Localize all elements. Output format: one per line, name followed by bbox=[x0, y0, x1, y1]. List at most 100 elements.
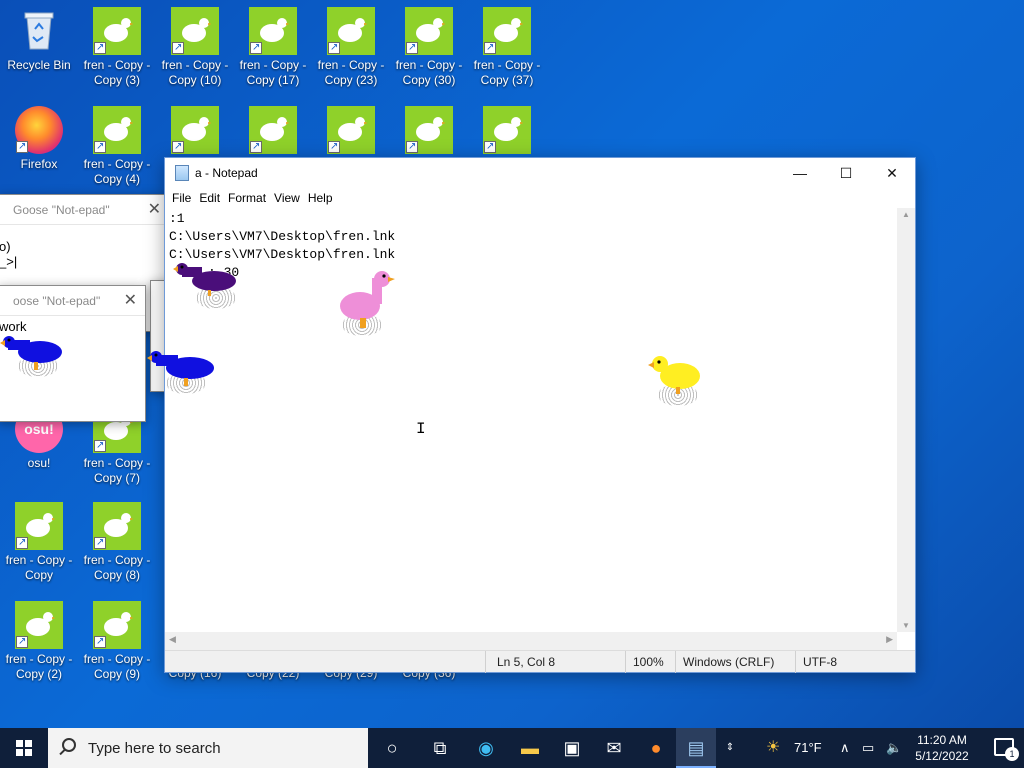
windows-logo-icon bbox=[16, 740, 32, 756]
desktop-icon-label: fren - Copy - Copy (9) bbox=[83, 652, 151, 681]
goose-shortcut-icon bbox=[483, 7, 531, 55]
cortana-icon[interactable]: ○ bbox=[372, 728, 412, 768]
window-title: a - Notepad bbox=[195, 166, 258, 180]
status-zoom: 100% bbox=[633, 655, 664, 669]
horizontal-scrollbar[interactable]: ◀ ▶ bbox=[165, 632, 897, 650]
desktop-icon-fren[interactable]: fren - Copy - Copy (4) bbox=[79, 106, 155, 187]
firefox-taskbar-icon[interactable]: ● bbox=[636, 728, 676, 768]
desktop-icon-fren[interactable] bbox=[469, 106, 545, 157]
goose-shortcut-icon bbox=[483, 106, 531, 154]
desktop-icon-fren[interactable] bbox=[157, 106, 233, 157]
goose-shortcut-icon bbox=[93, 601, 141, 649]
goose-shortcut-icon bbox=[249, 7, 297, 55]
firefox-icon bbox=[15, 106, 63, 154]
desktop-icon-fren[interactable] bbox=[313, 106, 389, 157]
status-encoding: UTF-8 bbox=[803, 655, 837, 669]
blue-goose-icon bbox=[147, 351, 214, 386]
notepad-text-area[interactable]: :1 C:\Users\VM7\Desktop\fren.lnk C:\User… bbox=[165, 208, 897, 632]
taskbar-search[interactable]: Type here to search bbox=[48, 728, 368, 768]
desktop-icon-fren[interactable]: fren - Copy - Copy (37) bbox=[469, 7, 545, 88]
status-line-ending: Windows (CRLF) bbox=[683, 655, 775, 669]
desktop-icon-label: fren - Copy - Copy (37) bbox=[473, 58, 541, 87]
notification-count: 1 bbox=[1005, 747, 1019, 761]
chevron-up-down-icon[interactable]: ⇕ bbox=[720, 728, 740, 768]
mail-icon[interactable]: ✉ bbox=[594, 728, 634, 768]
task-view-icon[interactable]: ⧉ bbox=[420, 728, 460, 768]
vertical-scrollbar[interactable]: ▲ ▼ bbox=[897, 208, 915, 632]
goose-window-title: oose "Not-epad" bbox=[13, 294, 101, 308]
minimize-button[interactable]: — bbox=[777, 158, 823, 188]
notepad-taskbar-icon[interactable]: ▤ bbox=[676, 728, 716, 768]
desktop-icon-label: fren - Copy - Copy bbox=[5, 553, 73, 582]
search-placeholder: Type here to search bbox=[88, 740, 221, 757]
notification-icon[interactable]: 1 bbox=[994, 738, 1019, 761]
close-button[interactable]: ✕ bbox=[869, 158, 915, 188]
menu-help[interactable]: Help bbox=[307, 191, 340, 205]
goose-shortcut-icon bbox=[327, 106, 375, 154]
clock[interactable]: 11:20 AM 5/12/2022 bbox=[912, 732, 972, 764]
goose-shortcut-icon bbox=[405, 7, 453, 55]
weather-temperature[interactable]: 71°F bbox=[794, 728, 822, 768]
desktop-icon-label: fren - Copy - Copy (3) bbox=[83, 58, 151, 87]
goose-window-line: _>| bbox=[0, 254, 18, 269]
volume-icon[interactable]: 🔈 bbox=[886, 728, 902, 768]
menu-file[interactable]: File bbox=[171, 191, 198, 205]
menu-edit[interactable]: Edit bbox=[198, 191, 227, 205]
desktop-icon-fren[interactable]: fren - Copy - Copy bbox=[1, 502, 77, 583]
menu-bar: File Edit Format View Help bbox=[165, 188, 915, 208]
goose-shortcut-icon bbox=[15, 601, 63, 649]
desktop-icon-label: fren - Copy - Copy (17) bbox=[239, 58, 307, 87]
desktop-icon-firefox[interactable]: Firefox bbox=[1, 106, 77, 172]
desktop-icon-label: fren - Copy - Copy (30) bbox=[395, 58, 463, 87]
text-cursor-icon: I bbox=[416, 420, 426, 438]
desktop: Recycle Bin fren - Copy - Copy (3) fren … bbox=[0, 0, 1024, 728]
maximize-button[interactable]: ☐ bbox=[823, 158, 869, 188]
notepad-titlebar[interactable]: a - Notepad — ☐ ✕ bbox=[165, 158, 915, 188]
goose-shortcut-icon bbox=[15, 502, 63, 550]
goose-shortcut-icon bbox=[171, 106, 219, 154]
desktop-icon-label: fren - Copy - Copy (7) bbox=[83, 456, 151, 485]
start-button[interactable] bbox=[0, 728, 48, 768]
desktop-icon-fren[interactable]: fren - Copy - Copy (3) bbox=[79, 7, 155, 88]
desktop-icon-fren[interactable] bbox=[235, 106, 311, 157]
desktop-icon-label: Recycle Bin bbox=[7, 58, 71, 72]
status-bar: Ln 5, Col 8 100% Windows (CRLF) UTF-8 bbox=[165, 650, 915, 673]
goose-shortcut-icon bbox=[327, 7, 375, 55]
weather-icon[interactable]: ☀ bbox=[766, 728, 780, 768]
desktop-icon-fren[interactable]: fren - Copy - Copy (10) bbox=[157, 7, 233, 88]
close-icon[interactable]: ✕ bbox=[148, 195, 161, 225]
goose-shortcut-icon bbox=[249, 106, 297, 154]
desktop-icon-fren[interactable]: fren - Copy - Copy (9) bbox=[79, 601, 155, 682]
close-icon[interactable]: ✕ bbox=[124, 286, 137, 316]
notepad-window[interactable]: a - Notepad — ☐ ✕ File Edit Format View … bbox=[164, 157, 916, 673]
desktop-icon-label: fren - Copy - Copy (2) bbox=[5, 652, 73, 681]
desktop-icon-fren[interactable]: fren - Copy - Copy (2) bbox=[1, 601, 77, 682]
menu-view[interactable]: View bbox=[273, 191, 307, 205]
goose-shortcut-icon bbox=[171, 7, 219, 55]
goose-window-titlebar[interactable]: oose "Not-epad" ✕ bbox=[0, 286, 145, 316]
desktop-icon-label: Firefox bbox=[20, 157, 58, 171]
notepad-icon bbox=[175, 165, 189, 181]
status-position: Ln 5, Col 8 bbox=[497, 655, 556, 669]
clock-date: 5/12/2022 bbox=[915, 749, 969, 763]
file-explorer-icon[interactable]: ▬ bbox=[510, 728, 550, 768]
desktop-icon-label: fren - Copy - Copy (10) bbox=[161, 58, 229, 87]
desktop-icon-label: fren - Copy - Copy (4) bbox=[83, 157, 151, 186]
chevron-up-icon[interactable]: ∧ bbox=[840, 728, 850, 768]
recycle-bin-icon bbox=[15, 7, 63, 55]
purple-goose-icon bbox=[173, 263, 236, 296]
network-icon[interactable]: ▭ bbox=[862, 728, 874, 768]
goose-shortcut-icon bbox=[93, 106, 141, 154]
desktop-icon-fren[interactable]: fren - Copy - Copy (30) bbox=[391, 7, 467, 88]
desktop-icon-fren[interactable] bbox=[391, 106, 467, 157]
edge-icon[interactable]: ◉ bbox=[466, 728, 506, 768]
desktop-icon-fren[interactable]: fren - Copy - Copy (8) bbox=[79, 502, 155, 583]
goose-window-line: o) bbox=[0, 239, 11, 254]
menu-format[interactable]: Format bbox=[227, 191, 273, 205]
desktop-icon-fren[interactable]: fren - Copy - Copy (17) bbox=[235, 7, 311, 88]
goose-window-titlebar[interactable]: Goose "Not-epad" ✕ bbox=[0, 195, 169, 225]
desktop-icon-recycle-bin[interactable]: Recycle Bin bbox=[1, 7, 77, 73]
desktop-icon-fren[interactable]: fren - Copy - Copy (23) bbox=[313, 7, 389, 88]
store-icon[interactable]: ▣ bbox=[552, 728, 592, 768]
pink-goose-icon bbox=[340, 271, 395, 328]
